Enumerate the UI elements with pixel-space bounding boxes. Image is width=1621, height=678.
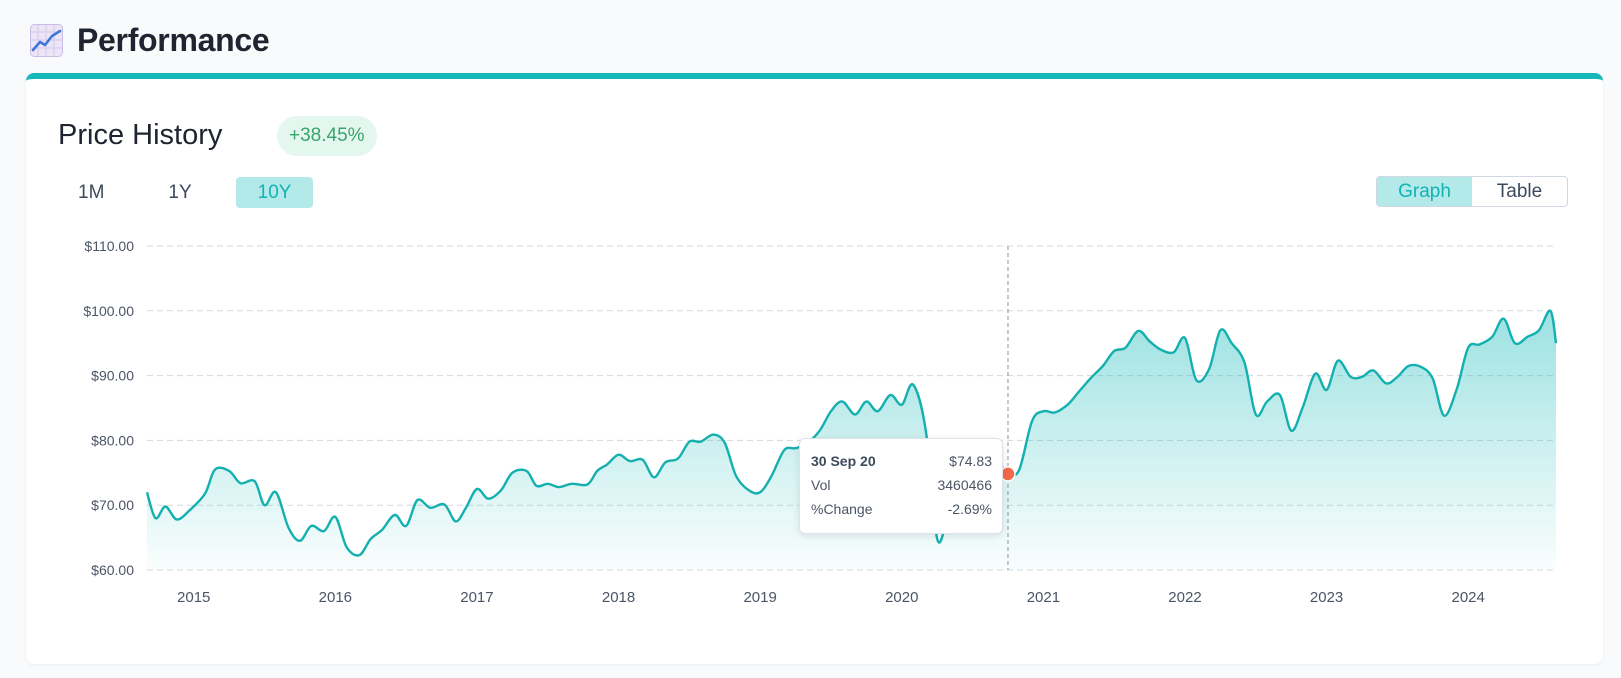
- x-tick-label: 2021: [1027, 589, 1060, 606]
- y-tick-label: $80.00: [91, 432, 134, 448]
- tooltip-price: $74.83: [949, 453, 992, 469]
- y-tick-label: $60.00: [91, 562, 134, 578]
- tooltip-date: 30 Sep 20: [811, 453, 876, 469]
- y-tick-label: $70.00: [91, 497, 134, 513]
- x-tick-label: 2016: [319, 589, 352, 606]
- tooltip-row-date: 30 Sep 20 $74.83: [811, 449, 992, 473]
- tooltip-row-vol: Vol 3460466: [811, 473, 992, 497]
- y-tick-label: $110.00: [84, 238, 134, 254]
- x-tick-label: 2017: [460, 589, 493, 606]
- price-chart[interactable]: $110.00 $100.00 $90.00 $80.00 $70.00 $60.00 20…: [0, 0, 1621, 678]
- tooltip-change-value: -2.69%: [947, 501, 992, 517]
- chart-tooltip: 30 Sep 20 $74.83 Vol 3460466 %Change -2.…: [799, 438, 1003, 534]
- tooltip-change-label: %Change: [811, 501, 873, 517]
- x-tick-label: 2020: [885, 589, 918, 606]
- y-tick-label: $90.00: [91, 368, 134, 384]
- x-tick-label: 2023: [1310, 589, 1343, 606]
- tooltip-vol-label: Vol: [811, 477, 831, 493]
- x-tick-label: 2015: [177, 589, 210, 606]
- tooltip-vol-value: 3460466: [937, 477, 992, 493]
- x-tick-label: 2024: [1452, 589, 1485, 606]
- x-tick-label: 2022: [1168, 589, 1201, 606]
- x-tick-label: 2019: [743, 589, 776, 606]
- tooltip-row-change: %Change -2.69%: [811, 497, 992, 521]
- x-tick-label: 2018: [602, 589, 635, 606]
- y-tick-label: $100.00: [83, 303, 134, 319]
- hover-point[interactable]: [1000, 466, 1016, 482]
